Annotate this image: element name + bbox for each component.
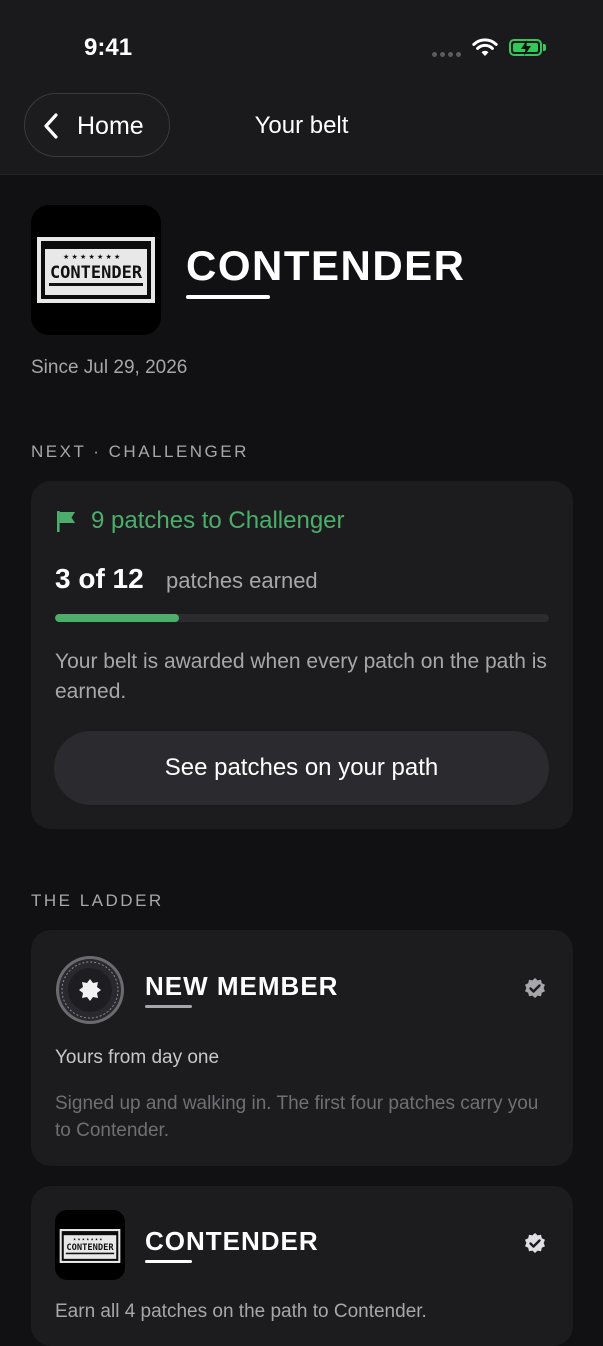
belt-description: Your belt is awarded when every patch on… — [55, 650, 547, 703]
since-date: Since Jul 29, 2026 — [31, 357, 188, 378]
wifi-icon — [472, 38, 498, 56]
status-time: 9:41 — [84, 34, 133, 61]
svg-text:★ ★ ★ ★ ★ ★ ★: ★ ★ ★ ★ ★ ★ ★ — [63, 253, 120, 261]
ladder-tier-card[interactable]: NEW MEMBER Yours from day one Signed up … — [31, 930, 573, 1166]
tier-description: Earn all 4 patches on the path to Conten… — [55, 1301, 427, 1322]
tier-underline — [145, 1005, 192, 1008]
progress-bar — [55, 614, 549, 622]
flag-icon — [57, 511, 75, 532]
ladder-section-label: THE LADDER — [31, 891, 164, 910]
battery-icon — [509, 39, 542, 56]
title-underline — [186, 295, 270, 299]
next-rank-card: 9 patches to Challenger 3 of 12 patches … — [31, 481, 573, 829]
see-patches-button[interactable]: See patches on your path — [54, 731, 549, 805]
patch-count: 3 of 12 — [55, 563, 144, 594]
tier-subtitle: Yours from day one — [55, 1047, 220, 1068]
contender-patch-icon: ★ ★ ★ ★ ★ ★ ★ CONTENDER — [37, 237, 155, 303]
tier-underline — [145, 1260, 192, 1263]
progress-fill — [55, 614, 179, 622]
svg-text:CONTENDER: CONTENDER — [66, 1243, 114, 1253]
tier-description: Signed up and walking in. The first four… — [55, 1093, 539, 1141]
ladder-tier-card[interactable]: ★ ★ ★ ★ ★ ★ ★ CONTENDER CONTENDER Earn a… — [31, 1186, 573, 1346]
belt-title: CONTENDER — [186, 242, 466, 289]
next-goal-text: 9 patches to Challenger — [91, 507, 345, 534]
page-title: Your belt — [254, 112, 349, 139]
verified-check-icon — [525, 1233, 545, 1253]
tier-name: CONTENDER — [145, 1226, 319, 1256]
new-member-medallion-icon — [56, 956, 124, 1024]
svg-text:CONTENDER: CONTENDER — [50, 263, 143, 283]
patch-count-suffix: patches earned — [166, 568, 318, 593]
verified-check-icon — [525, 978, 545, 998]
svg-text:★ ★ ★ ★ ★ ★ ★: ★ ★ ★ ★ ★ ★ ★ — [73, 1237, 102, 1241]
battery-cap — [543, 44, 546, 51]
contender-badge-image: ★ ★ ★ ★ ★ ★ ★ CONTENDER — [31, 205, 161, 335]
status-bar: 9:41 — [0, 0, 603, 90]
navigation-bar: Home Your belt — [0, 90, 603, 175]
cellular-signal-icon — [432, 52, 461, 57]
tier-name: NEW MEMBER — [145, 971, 339, 1001]
contender-badge-icon: ★ ★ ★ ★ ★ ★ ★ CONTENDER — [55, 1210, 125, 1280]
next-section-label: NEXT · CHALLENGER — [31, 442, 249, 461]
